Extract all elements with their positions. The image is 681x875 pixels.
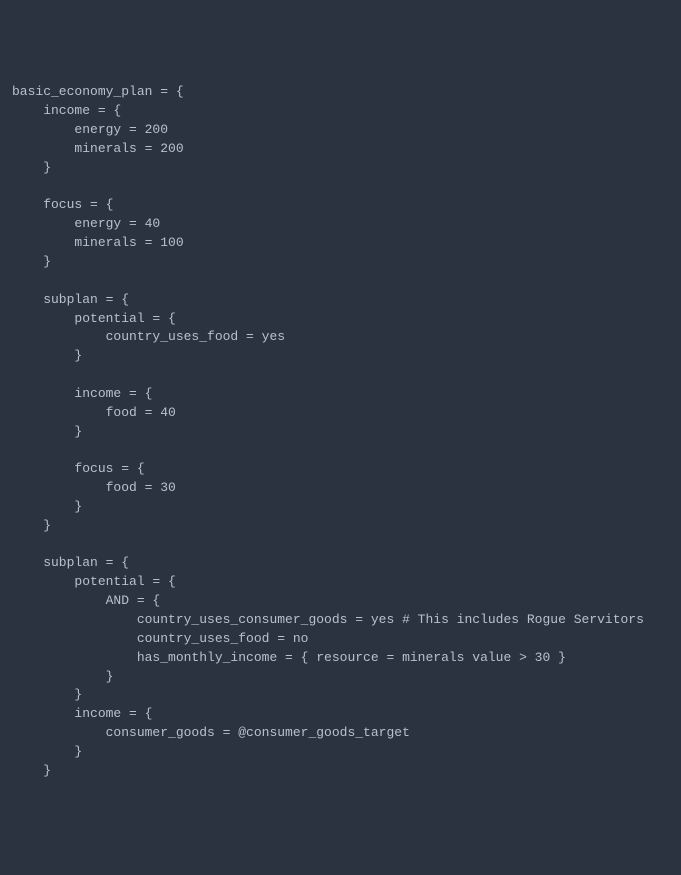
code-line: } [12, 498, 669, 517]
code-line: has_monthly_income = { resource = minera… [12, 649, 669, 668]
code-line: } [12, 743, 669, 762]
code-line [12, 178, 669, 197]
code-line: potential = { [12, 310, 669, 329]
code-line: } [12, 253, 669, 272]
code-line: basic_economy_plan = { [12, 83, 669, 102]
code-line: income = { [12, 102, 669, 121]
code-line [12, 272, 669, 291]
code-line: food = 40 [12, 404, 669, 423]
code-line: country_uses_food = yes [12, 328, 669, 347]
code-line: minerals = 100 [12, 234, 669, 253]
code-block: basic_economy_plan = { income = { energy… [12, 83, 669, 780]
code-line: country_uses_food = no [12, 630, 669, 649]
code-line [12, 536, 669, 555]
code-line: potential = { [12, 573, 669, 592]
code-line: energy = 200 [12, 121, 669, 140]
code-line: income = { [12, 705, 669, 724]
code-line: subplan = { [12, 291, 669, 310]
code-line: AND = { [12, 592, 669, 611]
code-line: } [12, 686, 669, 705]
code-line: energy = 40 [12, 215, 669, 234]
code-line: } [12, 423, 669, 442]
code-line: } [12, 159, 669, 178]
code-line [12, 366, 669, 385]
code-line: subplan = { [12, 554, 669, 573]
code-line: food = 30 [12, 479, 669, 498]
code-line [12, 441, 669, 460]
code-line: focus = { [12, 196, 669, 215]
code-line: income = { [12, 385, 669, 404]
code-line: } [12, 517, 669, 536]
code-line: } [12, 347, 669, 366]
code-line: country_uses_consumer_goods = yes # This… [12, 611, 669, 630]
code-line: minerals = 200 [12, 140, 669, 159]
code-line: } [12, 762, 669, 781]
code-line: consumer_goods = @consumer_goods_target [12, 724, 669, 743]
code-line: } [12, 668, 669, 687]
code-line: focus = { [12, 460, 669, 479]
